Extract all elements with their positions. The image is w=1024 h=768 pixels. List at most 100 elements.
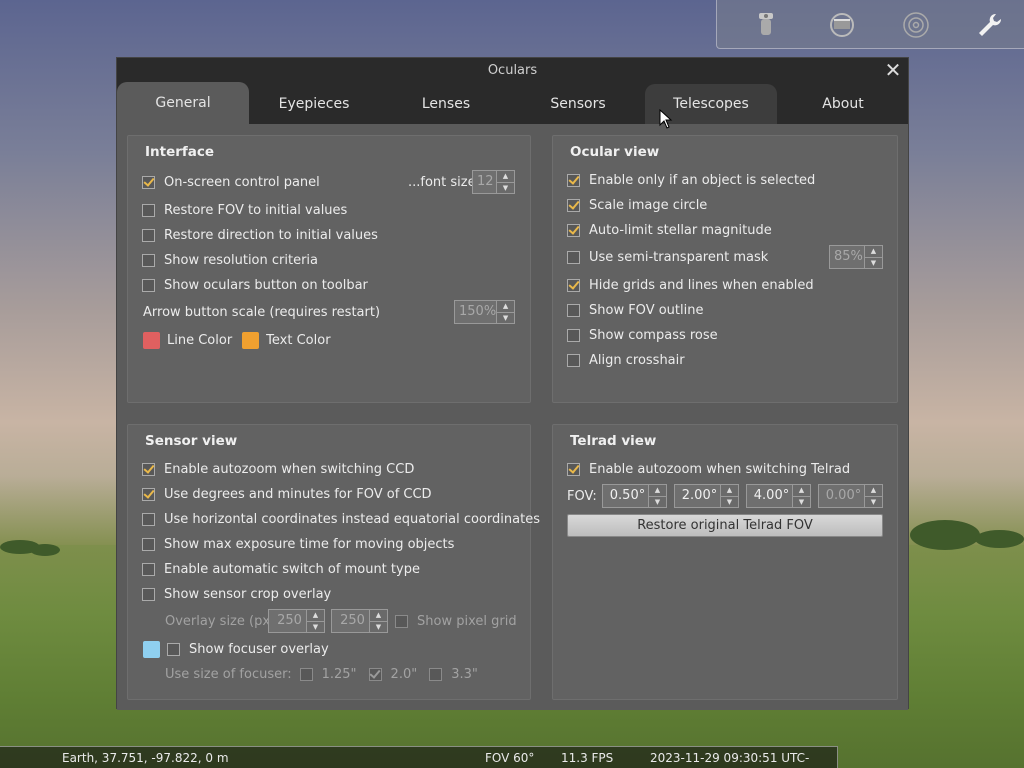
autozoom-ccd-checkbox[interactable]: Enable autozoom when switching CCD: [142, 459, 414, 479]
spin-value[interactable]: 0.50°: [603, 485, 648, 507]
checkbox[interactable]: [142, 512, 155, 526]
arrow-up-icon[interactable]: ▲: [865, 485, 882, 497]
spin-arrows[interactable]: ▲ ▼: [306, 610, 324, 632]
telrad-fov-2-spinbox[interactable]: 2.00° ▲ ▼: [674, 484, 739, 508]
checkbox[interactable]: [142, 278, 155, 292]
ocular-eyepiece-icon[interactable]: [749, 8, 783, 42]
sensor-crop-overlay-checkbox[interactable]: Show sensor crop overlay: [142, 584, 331, 604]
sensor-frame-icon[interactable]: [825, 8, 859, 42]
show-fov-outline-checkbox[interactable]: Show FOV outline: [567, 300, 703, 320]
font-size-spinbox[interactable]: 12 ▲ ▼: [472, 170, 515, 194]
checkbox[interactable]: [567, 303, 580, 317]
spin-arrows[interactable]: ▲ ▼: [864, 246, 882, 268]
overlay-width-spinbox[interactable]: 250 ▲ ▼: [268, 609, 325, 633]
focuser-20-checkbox[interactable]: [368, 667, 382, 681]
focuser-125-checkbox[interactable]: [299, 667, 313, 681]
restore-direction-checkbox[interactable]: Restore direction to initial values: [142, 225, 378, 245]
arrow-up-icon[interactable]: ▲: [307, 610, 324, 622]
mask-opacity-spinbox[interactable]: 85% ▲ ▼: [829, 245, 883, 269]
arrow-up-icon[interactable]: ▲: [497, 171, 514, 183]
arrow-up-icon[interactable]: ▲: [497, 301, 514, 313]
max-exposure-checkbox[interactable]: Show max exposure time for moving object…: [142, 534, 454, 554]
arrow-down-icon[interactable]: ▼: [649, 497, 666, 508]
checkbox[interactable]: [567, 223, 580, 237]
tab-eyepieces[interactable]: Eyepieces: [248, 84, 380, 124]
show-oculars-button-checkbox[interactable]: Show oculars button on toolbar: [142, 275, 368, 295]
arrow-up-icon[interactable]: ▲: [793, 485, 810, 497]
checkbox[interactable]: [567, 462, 580, 476]
spin-arrows[interactable]: ▲ ▼: [720, 485, 738, 507]
show-focuser-overlay-row[interactable]: Show focuser overlay: [143, 639, 329, 659]
spin-arrows[interactable]: ▲ ▼: [648, 485, 666, 507]
focuser-color-swatch[interactable]: [143, 640, 160, 658]
checkbox[interactable]: [142, 487, 155, 501]
checkbox[interactable]: [142, 175, 155, 189]
arrow-up-icon[interactable]: ▲: [370, 610, 387, 622]
checkbox[interactable]: [142, 537, 155, 551]
spin-arrows[interactable]: ▲ ▼: [864, 485, 882, 507]
tab-about[interactable]: About: [777, 84, 909, 124]
line-color-label[interactable]: Line Color: [167, 333, 232, 348]
arrow-down-icon[interactable]: ▼: [497, 313, 514, 324]
auto-mount-switch-checkbox[interactable]: Enable automatic switch of mount type: [142, 559, 420, 579]
spin-arrows[interactable]: ▲ ▼: [496, 301, 514, 323]
restore-fov-checkbox[interactable]: Restore FOV to initial values: [142, 200, 347, 220]
checkbox[interactable]: [142, 562, 155, 576]
tab-sensors[interactable]: Sensors: [512, 84, 644, 124]
checkbox[interactable]: [567, 278, 580, 292]
checkbox[interactable]: [567, 198, 580, 212]
spin-value[interactable]: 250: [269, 610, 306, 632]
spin-value[interactable]: 4.00°: [747, 485, 792, 507]
spin-value[interactable]: 85%: [830, 246, 864, 268]
show-pixel-grid-checkbox[interactable]: Show pixel grid: [395, 611, 517, 631]
checkbox[interactable]: [567, 328, 580, 342]
checkbox[interactable]: [142, 228, 155, 242]
wrench-settings-icon[interactable]: [973, 8, 1007, 42]
checkbox[interactable]: [567, 173, 580, 187]
restore-telrad-fov-button[interactable]: Restore original Telrad FOV: [567, 514, 883, 537]
arrow-down-icon[interactable]: ▼: [865, 497, 882, 508]
align-crosshair-checkbox[interactable]: Align crosshair: [567, 350, 685, 370]
tab-general[interactable]: General: [117, 82, 249, 124]
arrow-scale-spinbox[interactable]: 150% ▲ ▼: [454, 300, 515, 324]
close-icon[interactable]: ✕: [882, 58, 904, 84]
arrow-down-icon[interactable]: ▼: [865, 258, 882, 269]
checkbox[interactable]: [395, 614, 408, 628]
arrow-up-icon[interactable]: ▲: [721, 485, 738, 497]
checkbox[interactable]: [167, 642, 180, 656]
degrees-minutes-checkbox[interactable]: Use degrees and minutes for FOV of CCD: [142, 484, 432, 504]
focuser-33-checkbox[interactable]: [429, 667, 443, 681]
spin-value[interactable]: 0.00°: [819, 485, 864, 507]
checkbox[interactable]: [142, 462, 155, 476]
arrow-up-icon[interactable]: ▲: [649, 485, 666, 497]
arrow-up-icon[interactable]: ▲: [865, 246, 882, 258]
spin-value[interactable]: 250: [332, 610, 369, 632]
dialog-titlebar[interactable]: Oculars ✕: [117, 58, 908, 84]
telrad-fov-3-spinbox[interactable]: 4.00° ▲ ▼: [746, 484, 811, 508]
semi-transparent-mask-checkbox[interactable]: Use semi-transparent mask: [567, 247, 768, 267]
overlay-height-spinbox[interactable]: 250 ▲ ▼: [331, 609, 388, 633]
line-color-swatch[interactable]: [143, 331, 160, 349]
tab-lenses[interactable]: Lenses: [380, 84, 512, 124]
arrow-down-icon[interactable]: ▼: [793, 497, 810, 508]
text-color-label[interactable]: Text Color: [266, 333, 330, 348]
spin-value[interactable]: 2.00°: [675, 485, 720, 507]
arrow-down-icon[interactable]: ▼: [497, 183, 514, 194]
arrow-down-icon[interactable]: ▼: [370, 622, 387, 633]
checkbox[interactable]: [142, 253, 155, 267]
arrow-down-icon[interactable]: ▼: [307, 622, 324, 633]
spin-value[interactable]: 150%: [455, 301, 497, 323]
hide-grids-checkbox[interactable]: Hide grids and lines when enabled: [567, 275, 814, 295]
onscreen-control-panel-checkbox[interactable]: On-screen control panel: [142, 172, 320, 192]
checkbox[interactable]: [142, 203, 155, 217]
spin-arrows[interactable]: ▲ ▼: [496, 171, 514, 193]
horizontal-coordinates-checkbox[interactable]: Use horizontal coordinates instead equat…: [142, 509, 540, 529]
text-color-swatch[interactable]: [242, 331, 260, 349]
show-compass-rose-checkbox[interactable]: Show compass rose: [567, 325, 718, 345]
spin-value[interactable]: 12: [473, 171, 496, 193]
scale-image-circle-checkbox[interactable]: Scale image circle: [567, 195, 707, 215]
telrad-fov-4-spinbox[interactable]: 0.00° ▲ ▼: [818, 484, 883, 508]
spin-arrows[interactable]: ▲ ▼: [369, 610, 387, 632]
auto-limit-magnitude-checkbox[interactable]: Auto-limit stellar magnitude: [567, 220, 772, 240]
checkbox[interactable]: [142, 587, 155, 601]
